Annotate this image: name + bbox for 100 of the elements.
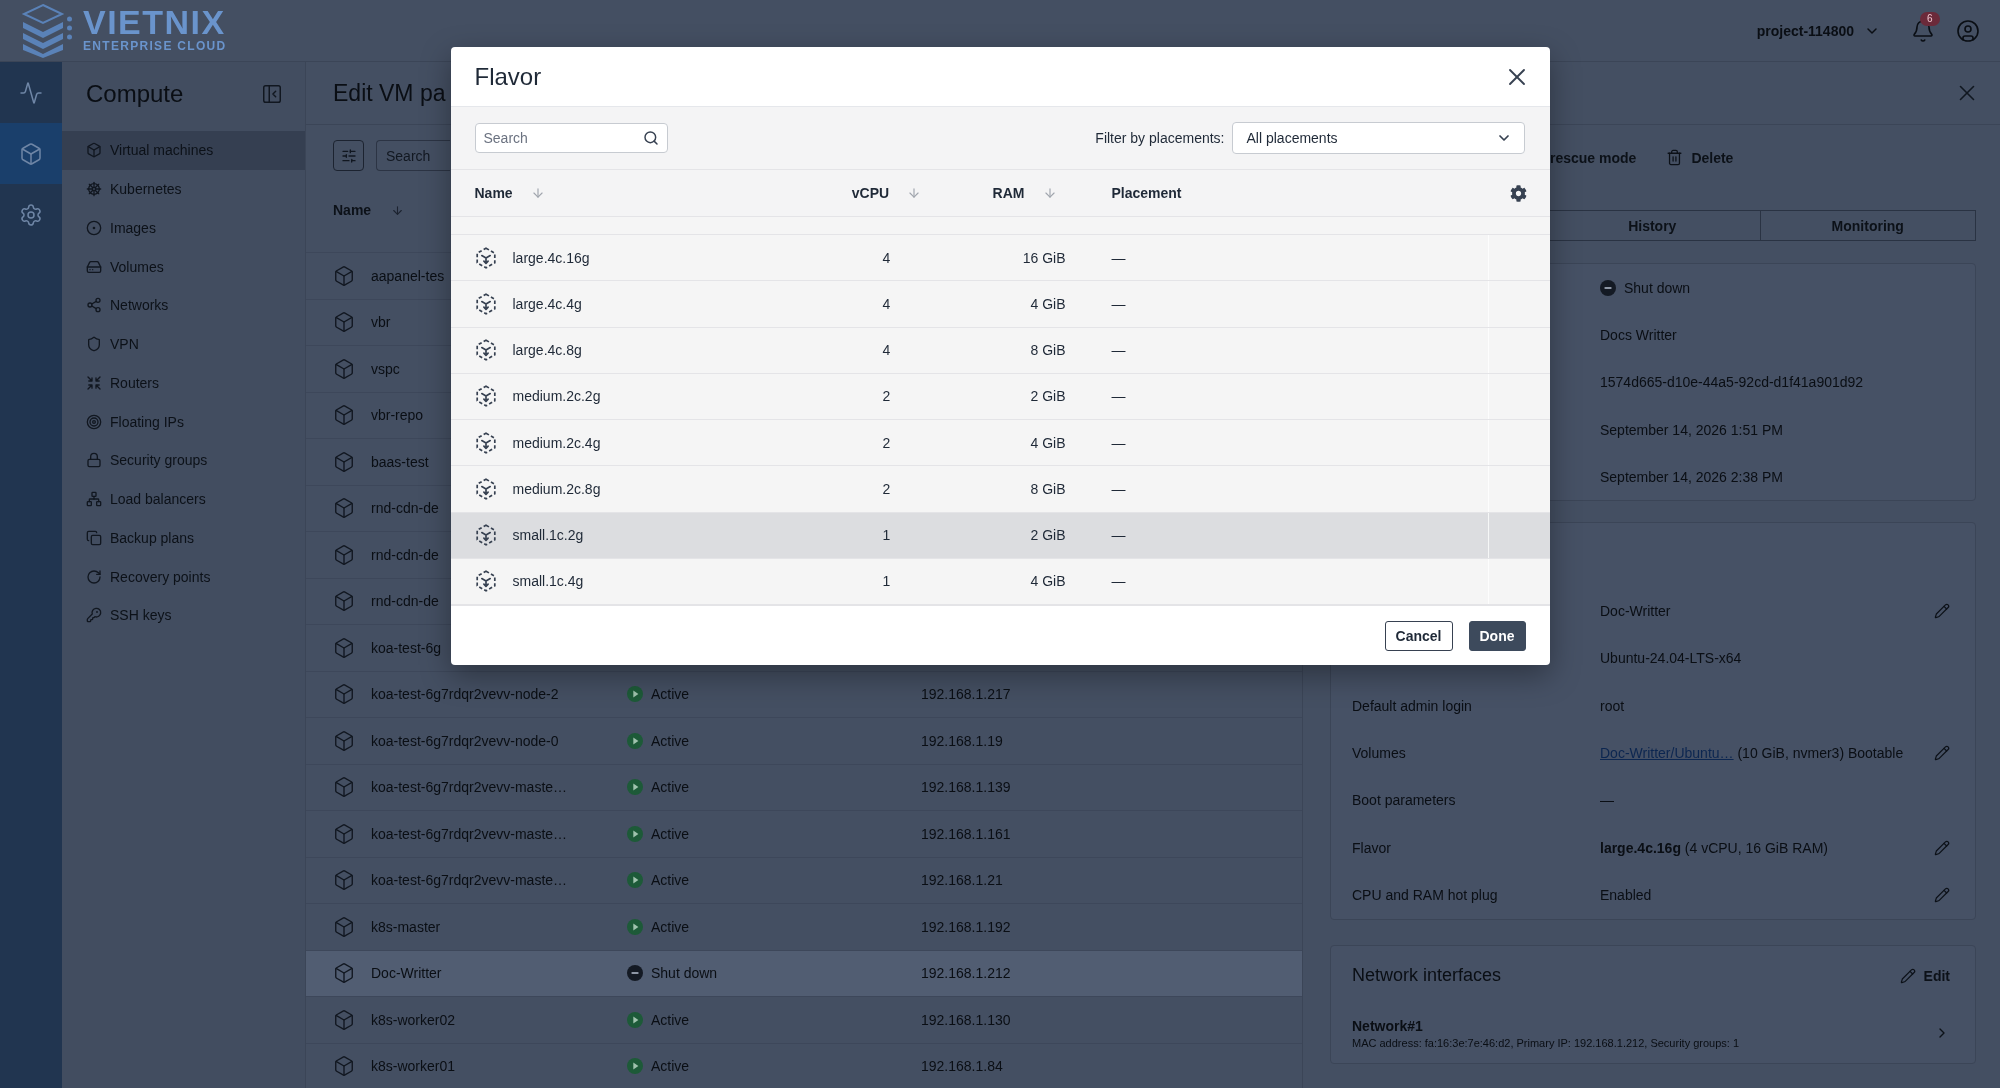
status-text: Active [651, 732, 690, 749]
edit-button[interactable]: Edit [1899, 967, 1950, 984]
rescue-mode-button[interactable]: rescue mode [1550, 149, 1637, 166]
arrows-inward-icon [86, 374, 102, 391]
table-row[interactable]: k8s-worker01 Active 192.168.1.84 [306, 1043, 1302, 1088]
search-field[interactable]: Search [376, 140, 450, 171]
table-row[interactable]: k8s-worker02 Active 192.168.1.130 [306, 997, 1302, 1044]
settings-icon[interactable] [1510, 184, 1527, 202]
edit-icon[interactable] [1934, 839, 1950, 856]
table-row[interactable]: koa-test-6g7rdqr2vevv-node-0 Active 192.168.1.19 [306, 718, 1302, 765]
helm-wheel-icon [86, 181, 102, 198]
collapse-panel-icon[interactable] [261, 82, 283, 105]
vm-name: vbr-repo [371, 407, 424, 424]
column-header[interactable]: RAM [926, 170, 1071, 216]
vcpu-count: 4 [882, 249, 891, 266]
search-icon[interactable] [642, 130, 659, 146]
edit-icon[interactable] [1934, 745, 1950, 761]
cube-icon [333, 404, 355, 427]
status-text: Active [651, 686, 690, 703]
vm-name: koa-test-6g7rdqr2vevv-node-2 [371, 686, 559, 703]
status-text: Active [651, 1058, 690, 1075]
drawer-title: Edit VM pa [333, 79, 446, 107]
nav-item[interactable]: Backup plans [62, 518, 305, 558]
detail-value: Enabled [1600, 886, 1653, 903]
volume-link[interactable]: Doc-Writter/Ubuntu… [1600, 745, 1734, 761]
detail-value: 1574d665-d10e-44a5-92cd-d1f41a901d92 [1600, 374, 1864, 391]
ram-size: 4 GiB [1030, 573, 1066, 590]
sliders-icon [340, 147, 357, 164]
table-row[interactable]: medium.2c.2g 2 2 GiB — [450, 373, 1550, 420]
nav-item[interactable]: VPN [62, 324, 305, 364]
ram-size: 8 GiB [1030, 342, 1066, 359]
table-row[interactable]: k8s-master Active 192.168.1.192 [306, 904, 1302, 951]
nav-item[interactable]: Networks [62, 286, 305, 325]
vm-name: vbr [371, 314, 391, 331]
vcpu-count: 2 [882, 480, 891, 497]
vm-name: k8s-worker02 [371, 1011, 456, 1028]
placement-select[interactable]: All placements [1231, 122, 1525, 154]
dashed-cube-icon [474, 246, 497, 269]
vm-name: rnd-cdn-de [371, 546, 439, 563]
column-header[interactable]: Name [450, 170, 847, 216]
filter-button[interactable] [333, 140, 364, 171]
nodes-icon [86, 297, 102, 314]
nav-item[interactable]: Security groups [62, 441, 305, 480]
cube-icon [19, 141, 43, 166]
nav-item[interactable]: Volumes [62, 247, 305, 286]
column-header[interactable]: Name [333, 202, 405, 218]
dashed-cube-icon [474, 339, 497, 362]
table-row[interactable]: Doc-Writter Shut down 192.168.1.212 [306, 950, 1302, 997]
cancel-button[interactable]: Cancel [1384, 620, 1453, 651]
tab[interactable]: Monitoring [1759, 210, 1976, 241]
table-row[interactable]: medium.2c.8g 2 8 GiB — [450, 466, 1550, 513]
nav-item[interactable]: Virtual machines [62, 131, 305, 170]
nav-item[interactable]: Load balancers [62, 479, 305, 519]
flavor-name: small.1c.2g [512, 527, 584, 544]
table-row[interactable]: medium.2c.4g 2 4 GiB — [450, 420, 1550, 467]
table-row[interactable]: small.1c.4g 1 4 GiB — [450, 558, 1550, 605]
column-header[interactable]: Placement [1070, 170, 1488, 216]
detail-value: root [1600, 697, 1626, 714]
edit-icon[interactable] [1934, 886, 1950, 903]
placement-value: — [1111, 249, 1126, 266]
ip-address: 192.168.1.192 [921, 918, 1011, 935]
refresh-icon [86, 568, 102, 585]
vm-name: k8s-worker01 [371, 1058, 456, 1075]
done-button[interactable]: Done [1468, 620, 1526, 651]
detail-label: Default admin login [1352, 697, 1473, 714]
nav-item[interactable]: Kubernetes [62, 169, 305, 209]
project-selector[interactable]: project-114800 [1756, 22, 1880, 39]
detail-value: September 14, 2026 2:38 PM [1600, 468, 1783, 485]
nav-item[interactable]: Floating IPs [62, 402, 305, 441]
copy-icon [86, 529, 102, 546]
vm-name: baas-test [371, 453, 429, 470]
detail-value: Doc-Writter/Ubuntu… (10 GiB, nvmer3) Bootable [1600, 745, 1905, 761]
nav-item[interactable]: Images [62, 208, 305, 248]
notification-badge: 6 [1920, 11, 1940, 26]
nav-item[interactable]: SSH keys [62, 596, 305, 635]
table-row[interactable]: large.4c.16g 4 16 GiB — [450, 235, 1550, 282]
flavor-name: medium.2c.2g [512, 388, 601, 405]
table-row[interactable]: koa-test-6g7rdqr2vevv-node-2 Active 192.168.1.217 [306, 671, 1302, 718]
table-row[interactable]: koa-test-6g7rdqr2vevv-maste… Active 192.168.1.21 [306, 857, 1302, 904]
lock-icon [86, 452, 102, 469]
edit-icon[interactable] [1934, 603, 1950, 620]
cube-icon [333, 683, 355, 706]
table-row[interactable]: koa-test-6g7rdqr2vevv-maste… Active 192.168.1.139 [306, 764, 1302, 811]
nav-item[interactable]: Routers [62, 363, 305, 403]
delete-button[interactable]: Delete [1666, 149, 1734, 166]
table-row[interactable]: koa-test-6g7rdqr2vevv-maste… Active 192.168.1.161 [306, 811, 1302, 858]
status-text: Shut down [651, 965, 718, 982]
detail-value: September 14, 2026 1:51 PM [1600, 421, 1783, 438]
detail-value: Docs Writter [1600, 326, 1677, 343]
rail-item[interactable] [0, 123, 62, 184]
detail-label: Volumes [1352, 745, 1407, 761]
table-row[interactable]: large.4c.4g 4 4 GiB — [450, 281, 1550, 328]
nav-item[interactable]: Recovery points [62, 557, 305, 596]
table-row[interactable]: large.4c.8g 4 8 GiB — [450, 327, 1550, 374]
placement-value: — [1111, 342, 1126, 359]
vcpu-count: 2 [882, 434, 891, 451]
vcpu-count: 1 [882, 573, 891, 590]
user-avatar-icon[interactable] [1956, 18, 1980, 43]
table-row[interactable]: small.1c.2g 1 2 GiB — [450, 512, 1550, 559]
column-header[interactable]: vCPU [846, 170, 927, 216]
